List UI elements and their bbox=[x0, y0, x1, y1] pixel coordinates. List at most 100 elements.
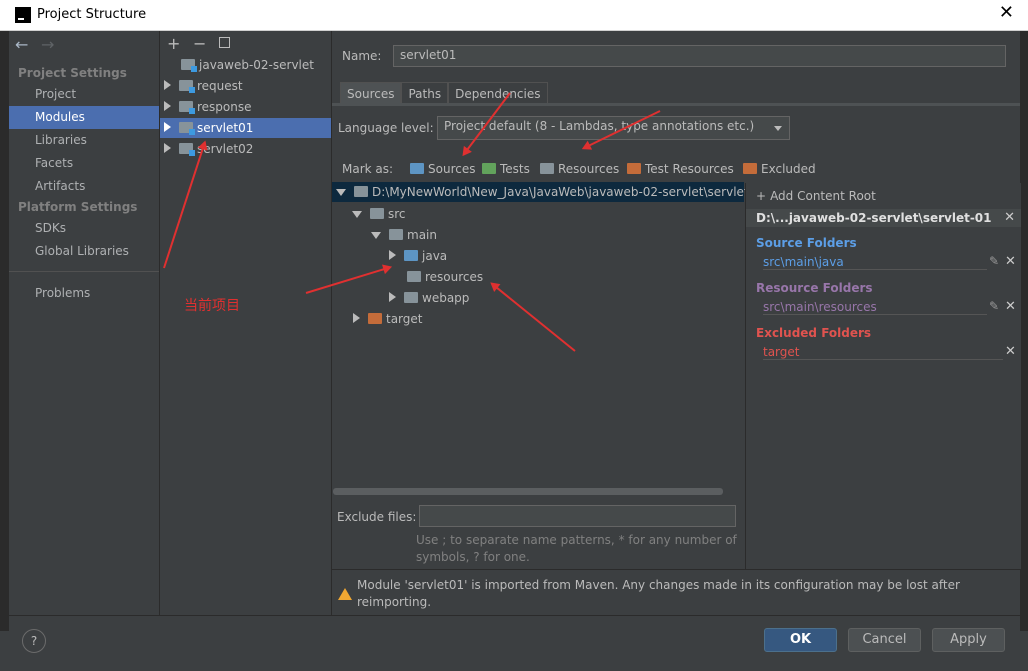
cancel-button[interactable]: Cancel bbox=[848, 628, 921, 652]
nav-project[interactable]: Project bbox=[35, 87, 76, 101]
back-arrow-icon[interactable]: ← bbox=[15, 35, 28, 54]
tree-root-row[interactable]: D:\MyNewWorld\New_Java\JavaWeb\javaweb-0… bbox=[332, 182, 749, 202]
expand-arrow-icon[interactable] bbox=[164, 80, 171, 90]
mark-resources-button[interactable]: Resources bbox=[540, 162, 619, 176]
add-content-root-button[interactable]: + Add Content Root bbox=[756, 189, 876, 203]
content-root-panel: + Add Content Root D:\...javaweb-02-servl… bbox=[745, 183, 1021, 569]
close-icon[interactable]: ✕ bbox=[1004, 210, 1015, 225]
source-folders-header: Source Folders bbox=[756, 236, 857, 250]
horizontal-scrollbar[interactable] bbox=[333, 488, 723, 495]
folder-icon bbox=[389, 229, 403, 240]
expand-arrow-icon[interactable] bbox=[164, 143, 171, 153]
excluded-folder-icon bbox=[368, 313, 382, 324]
content-root-header: D:\...javaweb-02-servlet\servlet-01 ✕ bbox=[746, 209, 1021, 227]
background-right bbox=[1020, 31, 1028, 631]
tree-resources[interactable]: resources bbox=[407, 270, 483, 284]
excluded-folders-header: Excluded Folders bbox=[756, 326, 872, 340]
nav-libraries[interactable]: Libraries bbox=[35, 133, 87, 147]
mark-tests-button[interactable]: Tests bbox=[482, 162, 530, 176]
excluded-folder-icon bbox=[743, 163, 757, 174]
nav-modules[interactable]: Modules bbox=[9, 106, 159, 129]
warning-text: Module 'servlet01' is imported from Mave… bbox=[357, 578, 960, 609]
module-folder-icon bbox=[179, 143, 195, 156]
folder-icon bbox=[404, 292, 418, 303]
mark-excluded-button[interactable]: Excluded bbox=[743, 162, 816, 176]
close-icon[interactable]: ✕ bbox=[999, 4, 1014, 22]
name-label: Name: bbox=[342, 49, 382, 63]
resource-folders-header: Resource Folders bbox=[756, 281, 873, 295]
expand-arrow-icon[interactable] bbox=[389, 250, 396, 260]
current-project-annotation: 当前项目 bbox=[184, 298, 240, 314]
project-settings-header: Project Settings bbox=[18, 66, 127, 80]
expand-arrow-icon[interactable] bbox=[164, 101, 171, 111]
close-icon[interactable]: ✕ bbox=[1005, 299, 1016, 314]
expand-arrow-icon[interactable] bbox=[353, 313, 360, 323]
edit-icon[interactable]: ✎ bbox=[989, 254, 999, 268]
resource-folder-path: src\main\resources bbox=[763, 300, 987, 315]
close-icon[interactable]: ✕ bbox=[1005, 254, 1016, 269]
tests-folder-icon bbox=[482, 163, 496, 174]
name-field[interactable]: servlet01 bbox=[393, 45, 1006, 67]
remove-module-icon[interactable]: − bbox=[193, 34, 206, 53]
settings-nav: ← → Project Settings Project Modules Lib… bbox=[9, 31, 160, 615]
source-folder-path: src\main\java bbox=[763, 255, 987, 270]
tab-dependencies[interactable]: Dependencies bbox=[448, 82, 548, 105]
chevron-down-icon bbox=[774, 126, 782, 131]
sources-folder-icon bbox=[410, 163, 424, 174]
nav-global-libraries[interactable]: Global Libraries bbox=[35, 244, 129, 258]
resources-folder-icon bbox=[407, 271, 421, 282]
test-resources-folder-icon bbox=[627, 163, 641, 174]
module-item[interactable]: request bbox=[164, 79, 243, 93]
tree-java[interactable]: java bbox=[389, 249, 447, 263]
plus-icon: + bbox=[756, 189, 767, 203]
tree-target[interactable]: target bbox=[353, 312, 423, 326]
module-item-selected[interactable]: servlet01 bbox=[160, 118, 331, 138]
title-bar: Project Structure ✕ bbox=[0, 0, 1028, 31]
nav-artifacts[interactable]: Artifacts bbox=[35, 179, 85, 193]
window-title: Project Structure bbox=[37, 7, 147, 22]
tree-webapp[interactable]: webapp bbox=[389, 291, 469, 305]
apply-button[interactable]: Apply bbox=[932, 628, 1005, 652]
copy-module-icon[interactable] bbox=[219, 37, 230, 48]
folder-icon bbox=[370, 208, 384, 219]
module-folder-icon bbox=[179, 80, 195, 93]
tab-sources[interactable]: Sources bbox=[340, 82, 402, 105]
add-module-icon[interactable]: + bbox=[167, 34, 180, 53]
resources-folder-icon bbox=[540, 163, 554, 174]
expand-arrow-icon[interactable] bbox=[164, 122, 171, 132]
warning-icon bbox=[338, 588, 352, 600]
expand-arrow-icon[interactable] bbox=[389, 292, 396, 302]
nav-modules-label: Modules bbox=[35, 110, 85, 124]
collapse-arrow-icon[interactable] bbox=[336, 189, 346, 196]
ok-button[interactable]: OK bbox=[764, 628, 837, 652]
source-folder-icon bbox=[404, 250, 418, 261]
collapse-arrow-icon[interactable] bbox=[371, 232, 381, 239]
nav-problems[interactable]: Problems bbox=[35, 286, 90, 300]
platform-settings-header: Platform Settings bbox=[18, 200, 138, 214]
module-folder-icon bbox=[181, 59, 197, 72]
forward-arrow-icon[interactable]: → bbox=[41, 35, 54, 54]
divider bbox=[9, 271, 159, 272]
collapse-arrow-icon[interactable] bbox=[352, 211, 362, 218]
modules-panel: + − javaweb-02-servlet request response … bbox=[160, 31, 332, 615]
exclude-files-help: Use ; to separate name patterns, * for a… bbox=[416, 533, 737, 564]
intellij-icon bbox=[15, 7, 31, 23]
module-item[interactable]: response bbox=[164, 100, 252, 114]
edit-icon[interactable]: ✎ bbox=[989, 299, 999, 313]
mark-as-label: Mark as: bbox=[342, 162, 394, 176]
content-root-path: D:\...javaweb-02-servlet\servlet-01 bbox=[756, 211, 992, 225]
tab-paths[interactable]: Paths bbox=[401, 82, 449, 105]
excluded-folder-path: target bbox=[763, 345, 1003, 360]
close-icon[interactable]: ✕ bbox=[1005, 344, 1016, 359]
help-button[interactable]: ? bbox=[22, 629, 46, 653]
mark-test-resources-button[interactable]: Test Resources bbox=[627, 162, 734, 176]
nav-sdks[interactable]: SDKs bbox=[35, 221, 66, 235]
tab-underline bbox=[332, 103, 1020, 106]
tree-src[interactable]: src bbox=[352, 207, 406, 221]
mark-sources-button[interactable]: Sources bbox=[410, 162, 475, 176]
dialog-footer: ? OK Cancel Apply bbox=[9, 615, 1020, 671]
nav-facets[interactable]: Facets bbox=[35, 156, 73, 170]
module-item[interactable]: javaweb-02-servlet bbox=[181, 58, 314, 72]
exclude-files-input[interactable] bbox=[419, 505, 736, 527]
tree-main[interactable]: main bbox=[371, 228, 437, 242]
